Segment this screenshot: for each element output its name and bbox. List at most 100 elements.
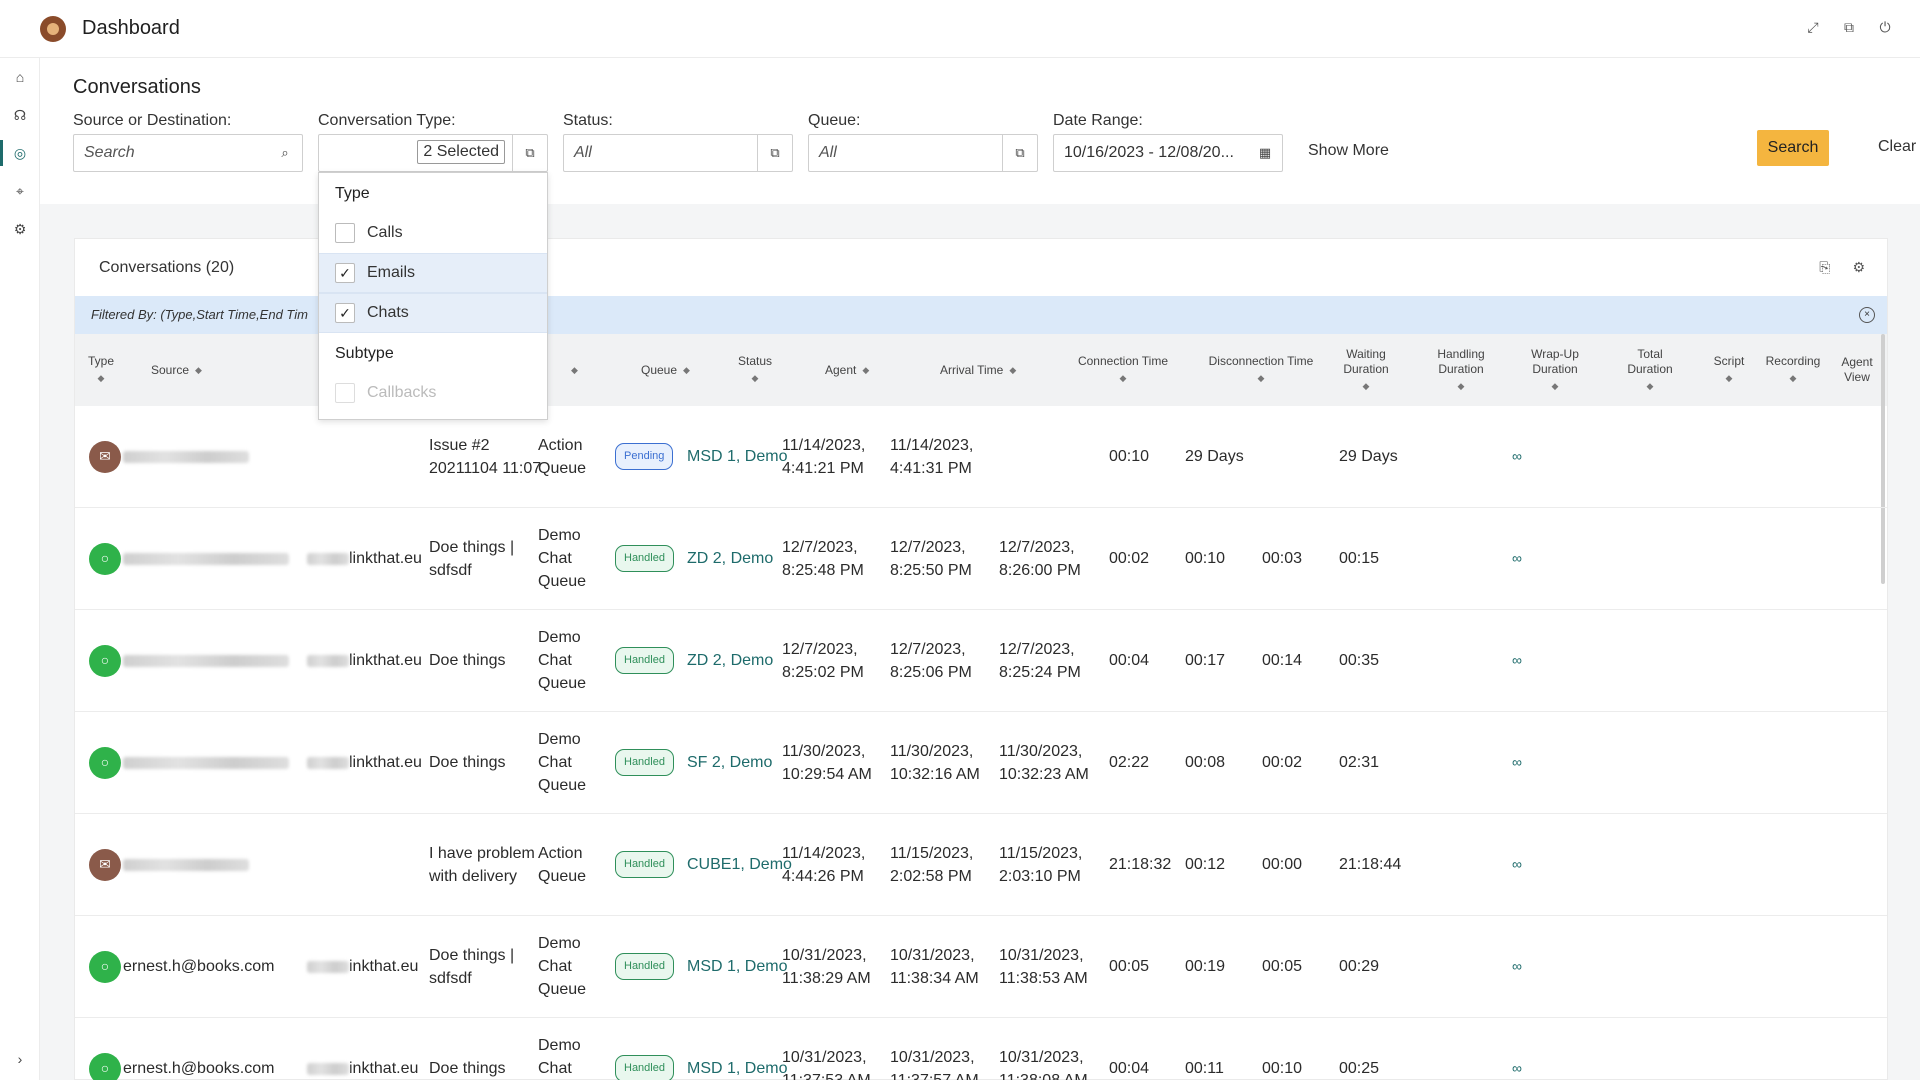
rows.5.subject-line: sdfsdf — [429, 969, 472, 987]
headset-icon[interactable]: ☊ — [0, 96, 40, 134]
rows.4.subject-line: I have problem — [429, 844, 535, 862]
agent-view-icon[interactable]: ∞ — [1512, 1057, 1522, 1080]
table-row[interactable]: ○ linkthat.eu Doe things Demo Chat Queue Handl… — [75, 610, 1887, 712]
agent-view-icon[interactable]: ∞ — [1512, 445, 1522, 468]
subject-cell: Issue #2 20211104 11:07 — [429, 406, 541, 507]
table-row[interactable]: ○ ernest.h@books.com inkthat.eu Doe things D… — [75, 1018, 1887, 1080]
table-row[interactable]: ○ ernest.h@books.com inkthat.eu Doe things … — [75, 916, 1887, 1018]
col-script[interactable]: Script ◆ — [1711, 334, 1747, 406]
redacted-destination — [307, 654, 349, 667]
checkbox-emails[interactable]: ✓ — [335, 263, 355, 283]
clear-filter-icon[interactable]: × — [1859, 307, 1875, 323]
home-icon[interactable]: ⌂ — [0, 58, 40, 96]
handling-duration-cell: 29 Days — [1185, 406, 1244, 507]
connection-time-cell: 11/15/2023, 2:02:58 PM — [890, 814, 973, 915]
type-cell: ○ — [89, 916, 121, 1017]
clear-button[interactable]: Clear — [1878, 138, 1916, 156]
agent-view-icon[interactable]: ∞ — [1512, 955, 1522, 978]
calendar-icon[interactable]: ▦ — [1256, 144, 1274, 162]
status-cell: Handled — [615, 508, 674, 609]
search-icon[interactable]: ⌕ — [276, 144, 294, 162]
col-total[interactable]: Total Duration ◆ — [1622, 334, 1678, 406]
agent-link[interactable]: ZD 2, Demo — [687, 547, 773, 570]
option-chats[interactable]: ✓ Chats — [319, 293, 547, 333]
disconnection-time-cell: 11/30/2023, 10:32:23 AM — [999, 712, 1089, 813]
total-duration-cell: 02:31 — [1339, 712, 1379, 813]
location-icon[interactable]: ⌖ — [0, 172, 40, 210]
col-disconnection[interactable]: Disconnection Time ◆ — [1206, 334, 1316, 406]
popout-icon[interactable]: ⧉ — [1011, 144, 1029, 162]
col-agent[interactable]: Agent ◆ — [825, 334, 869, 406]
rows.2.queue-line: Chat — [538, 652, 572, 669]
search-button[interactable]: Search — [1757, 130, 1829, 166]
rows.3.disconnection-line: 11/30/2023, — [999, 742, 1083, 760]
checkbox-calls[interactable] — [335, 222, 355, 243]
export-excel-icon[interactable]: ⎘ — [1819, 259, 1830, 276]
handling-duration: 00:11 — [1185, 1060, 1224, 1077]
popout-icon[interactable]: ⧉ — [521, 144, 539, 162]
agent-view-icon[interactable]: ∞ — [1512, 751, 1522, 774]
agent-cell: ZD 2, Demo — [687, 610, 773, 711]
wrap-duration-cell: 00:10 — [1262, 1018, 1302, 1080]
col-subject-sort[interactable]: ◆ — [565, 334, 578, 406]
redacted-source — [123, 450, 249, 463]
agent-link[interactable]: SF 2, Demo — [687, 751, 772, 774]
chevron-right-icon[interactable]: › — [0, 1044, 40, 1074]
status-select[interactable]: All ⧉ — [563, 134, 793, 172]
col-wrapup[interactable]: Wrap-Up Duration ◆ — [1527, 334, 1583, 406]
col-status[interactable]: Status ◆ — [735, 334, 775, 406]
copy-icon[interactable]: ⧉ — [1840, 18, 1858, 36]
agent-link[interactable]: ZD 2, Demo — [687, 649, 773, 672]
arrival-time-cell: 11/14/2023, 4:44:26 PM — [782, 814, 865, 915]
col-waiting[interactable]: Waiting Duration ◆ — [1339, 334, 1393, 406]
queue-select[interactable]: All ⧉ — [808, 134, 1038, 172]
conversations-icon[interactable]: ◎ — [0, 134, 40, 172]
table-row[interactable]: ✉ Issue #2 20211104 11:07 Action Queue Pendin… — [75, 406, 1887, 508]
col-arrival[interactable]: Arrival Time ◆ — [940, 334, 1016, 406]
rows.3.queue-line: Chat — [538, 754, 572, 771]
table-row[interactable]: ○ linkthat.eu Doe things | sdfsdf Demo Chat Qu… — [75, 508, 1887, 610]
total-duration: 00:29 — [1339, 958, 1380, 975]
expand-icon[interactable]: ⤢ — [1804, 18, 1822, 36]
settings-icon[interactable]: ⚙ — [1852, 259, 1865, 276]
rows.2.subject-line: Doe things — [429, 652, 506, 669]
col-queue[interactable]: Queue ◆ — [641, 334, 690, 406]
col-source[interactable]: Source ◆ — [151, 334, 202, 406]
sidebar: ⌂ ☊ ◎ ⌖ ⚙ › — [0, 58, 40, 1080]
status-badge: Handled — [615, 953, 674, 980]
source-input[interactable]: Search ⌕ — [73, 134, 303, 172]
agent-link[interactable]: MSD 1, Demo — [687, 955, 787, 978]
option-calls[interactable]: Calls — [319, 213, 547, 253]
agent-link[interactable]: CUBE1, Demo — [687, 853, 792, 876]
option-emails[interactable]: ✓ Emails — [319, 253, 547, 293]
agent-link[interactable]: MSD 1, Demo — [687, 1057, 787, 1080]
status-cell: Handled — [615, 1018, 674, 1080]
show-more-button[interactable]: Show More — [1308, 142, 1389, 160]
queue-filter: Queue: All ⧉ — [808, 112, 1038, 172]
table-row[interactable]: ✉ I have problem with delivery Action Queue H… — [75, 814, 1887, 916]
rows.2.queue-line: Queue — [538, 675, 587, 692]
date-range-input[interactable]: 10/16/2023 - 12/08/20... ▦ — [1053, 134, 1283, 172]
status-badge: Handled — [615, 647, 674, 674]
rows.4.connection-line: 11/15/2023, — [890, 844, 974, 862]
rows.0.subject-line: 20211104 11:07 — [429, 459, 542, 477]
agent-view-icon[interactable]: ∞ — [1512, 649, 1522, 672]
chat-icon: ○ — [89, 950, 121, 983]
settings-icon[interactable]: ⚙ — [0, 210, 40, 248]
col-recording[interactable]: Recording ◆ — [1763, 334, 1823, 406]
agent-link[interactable]: MSD 1, Demo — [687, 445, 787, 468]
col-connection[interactable]: Connection Time ◆ — [1073, 334, 1173, 406]
power-icon[interactable]: ⏻ — [1876, 18, 1894, 36]
rows.3.arrival-line: 10:29:54 AM — [782, 765, 872, 783]
rows.2.queue-line: Demo — [538, 629, 581, 646]
rows.5.queue-line: Queue — [538, 981, 587, 998]
col-type[interactable]: Type ◆ — [88, 334, 114, 406]
agent-view-icon[interactable]: ∞ — [1512, 853, 1522, 876]
agent-view-icon[interactable]: ∞ — [1512, 547, 1522, 570]
col-handling[interactable]: Handling Duration ◆ — [1433, 334, 1489, 406]
rows.1.connection-line: 8:25:50 PM — [890, 561, 972, 579]
checkbox-chats[interactable]: ✓ — [335, 303, 355, 323]
table-row[interactable]: ○ linkthat.eu Doe things Demo Chat Queue Handl… — [75, 712, 1887, 814]
popout-icon[interactable]: ⧉ — [766, 144, 784, 162]
type-select[interactable]: 2 Selected ⧉ — [318, 134, 548, 172]
